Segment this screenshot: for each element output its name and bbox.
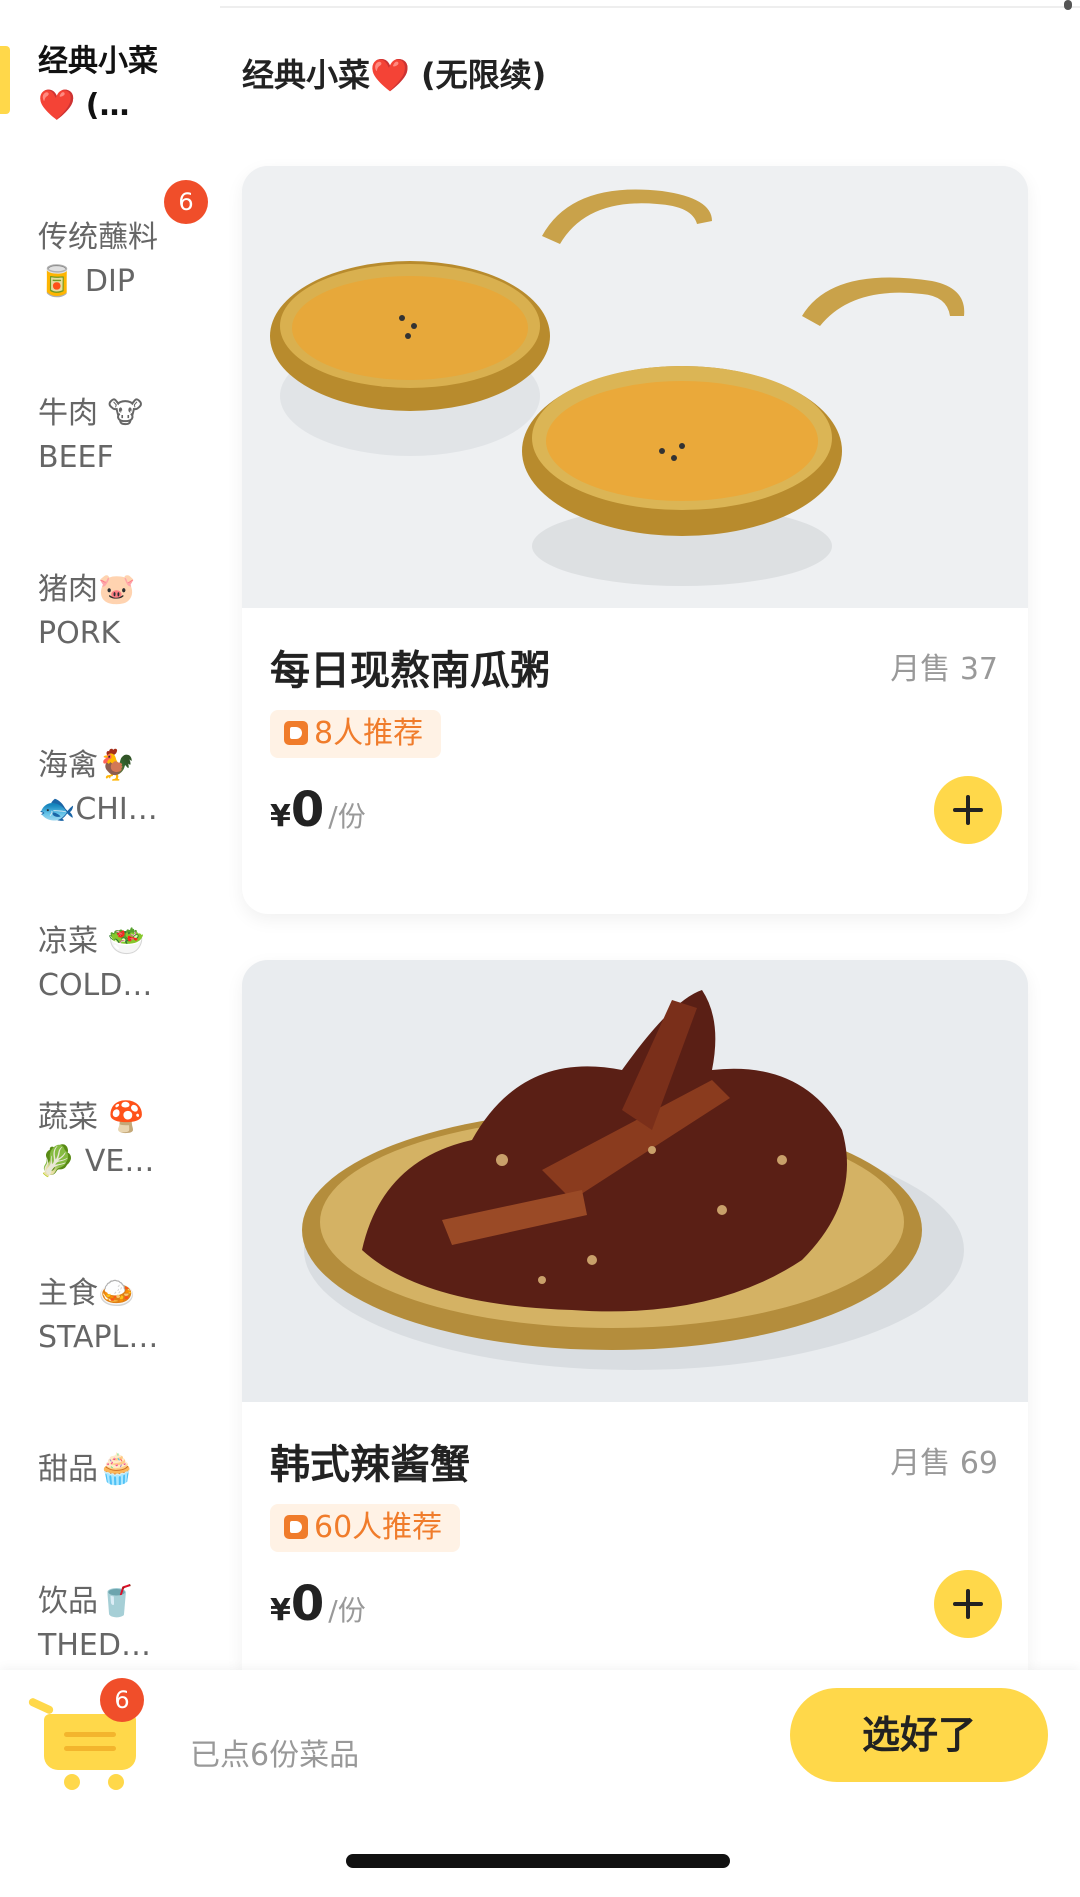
sidebar-item-label-line1: 猪肉🐷 <box>38 572 136 607</box>
add-to-cart-button[interactable] <box>934 1570 1002 1638</box>
sidebar-item-label-line1: 主食🍛 <box>38 1276 136 1311</box>
cart-summary: 已点6份菜品 <box>190 1738 360 1773</box>
price-value: 0 <box>290 782 325 838</box>
recommend-badge: 8人推荐 <box>270 710 442 758</box>
cart-basket <box>44 1714 136 1770</box>
sidebar-item-label: 牛肉 🐮 BEEF <box>38 392 188 480</box>
sidebar-item-label-line1: 经典小菜 <box>38 44 158 79</box>
cart-bar: 6 已点6份菜品 选好了 <box>0 1670 1080 1897</box>
add-to-cart-button[interactable] <box>934 776 1002 844</box>
cart-wheel <box>108 1774 124 1790</box>
recommend-count: 8人推荐 <box>314 716 424 751</box>
price: ¥0/份 <box>270 782 366 838</box>
sidebar-item-cold-dishes[interactable]: 凉菜 🥗 COLD… <box>0 920 220 1080</box>
sidebar-item-label-line1: 海禽🐓 <box>38 748 136 783</box>
sidebar-item-label-line2: PORK <box>38 616 121 651</box>
category-count-badge: 6 <box>164 180 208 224</box>
sidebar-item-label-line1: 凉菜 🥗 <box>38 924 145 959</box>
sidebar-item-dip[interactable]: 传统蘸料 🥫 DIP 6 <box>0 180 220 376</box>
pumpkin-porridge-image <box>242 166 1028 608</box>
sidebar-item-label: 海禽🐓 🐟CHI… <box>38 744 188 832</box>
section-title: 经典小菜❤️ (无限续) <box>242 56 547 94</box>
price-value: 0 <box>290 1576 325 1632</box>
cart-wheel <box>64 1774 80 1790</box>
sidebar-item-label: 凉菜 🥗 COLD… <box>38 920 188 1008</box>
sidebar-item-beef[interactable]: 牛肉 🐮 BEEF <box>0 392 220 552</box>
monthly-sales: 月售 37 <box>890 652 998 687</box>
currency-symbol: ¥ <box>270 1593 291 1628</box>
scrollbar[interactable] <box>1064 0 1072 10</box>
sidebar-item-label: 甜品🧁 <box>38 1448 188 1492</box>
monthly-sales: 月售 69 <box>890 1446 998 1481</box>
sidebar-item-label-line2: ❤️ (… <box>38 88 130 123</box>
sidebar-item-label: 饮品🥤 THED… <box>38 1580 188 1668</box>
dish-card[interactable]: 每日现熬南瓜粥 月售 37 8人推荐 ¥0/份 <box>242 166 1028 914</box>
category-sidebar: 经典小菜 ❤️ (… 传统蘸料 🥫 DIP 6 牛肉 🐮 BEEF 猪肉🐷 PO… <box>0 0 220 1670</box>
thumbs-up-icon <box>284 721 308 745</box>
sidebar-item-label-line2: BEEF <box>38 440 114 475</box>
sidebar-item-label-line1: 牛肉 🐮 <box>38 396 144 431</box>
sidebar-item-label-line2: 🐟CHI… <box>38 792 158 827</box>
sidebar-item-label-line2: 🥫 DIP <box>38 264 135 299</box>
dish-photo[interactable] <box>242 166 1028 608</box>
sidebar-item-label-line1: 饮品🥤 <box>38 1584 136 1619</box>
dish-name: 每日现熬南瓜粥 <box>270 648 550 694</box>
spicy-crab-image <box>242 960 1028 1402</box>
sidebar-item-label-line2: 🥬 VE… <box>38 1144 155 1179</box>
sidebar-item-label-line1: 蔬菜 🍄 <box>38 1100 145 1135</box>
sidebar-item-seafood-poultry[interactable]: 海禽🐓 🐟CHI… <box>0 744 220 904</box>
dish-card[interactable]: 韩式辣酱蟹 月售 69 60人推荐 ¥0/份 <box>242 960 1028 1670</box>
sidebar-item-label: 经典小菜 ❤️ (… <box>38 40 188 128</box>
sidebar-item-label-line1: 传统蘸料 <box>38 220 158 255</box>
sidebar-item-vegetables[interactable]: 蔬菜 🍄 🥬 VE… <box>0 1096 220 1256</box>
sidebar-item-classic-sides[interactable]: 经典小菜 ❤️ (… <box>0 40 220 200</box>
sidebar-item-label: 蔬菜 🍄 🥬 VE… <box>38 1096 188 1184</box>
sidebar-item-label: 主食🍛 STAPL… <box>38 1272 188 1360</box>
dish-photo[interactable] <box>242 960 1028 1402</box>
recommend-badge: 60人推荐 <box>270 1504 461 1552</box>
sidebar-item-label-line2: COLD… <box>38 968 153 1003</box>
sidebar-item-pork[interactable]: 猪肉🐷 PORK <box>0 568 220 728</box>
thumbs-up-icon <box>284 1515 308 1539</box>
active-indicator <box>0 46 10 114</box>
sidebar-item-label-line2: THED… <box>38 1628 151 1663</box>
price-unit: /份 <box>328 1594 366 1627</box>
sidebar-item-label-line2: STAPL… <box>38 1320 159 1355</box>
cart-count-badge: 6 <box>100 1678 144 1722</box>
sidebar-item-staples[interactable]: 主食🍛 STAPL… <box>0 1272 220 1432</box>
sidebar-item-label: 传统蘸料 🥫 DIP <box>38 216 188 304</box>
price: ¥0/份 <box>270 1576 366 1632</box>
sidebar-item-label-line1: 甜品🧁 <box>38 1452 136 1487</box>
dish-name: 韩式辣酱蟹 <box>270 1442 470 1488</box>
currency-symbol: ¥ <box>270 799 291 834</box>
checkout-button[interactable]: 选好了 <box>790 1688 1048 1782</box>
recommend-count: 60人推荐 <box>314 1510 443 1545</box>
home-indicator[interactable] <box>346 1854 730 1868</box>
sidebar-item-label: 猪肉🐷 PORK <box>38 568 188 656</box>
cart-handle <box>27 1696 55 1716</box>
price-unit: /份 <box>328 800 366 833</box>
